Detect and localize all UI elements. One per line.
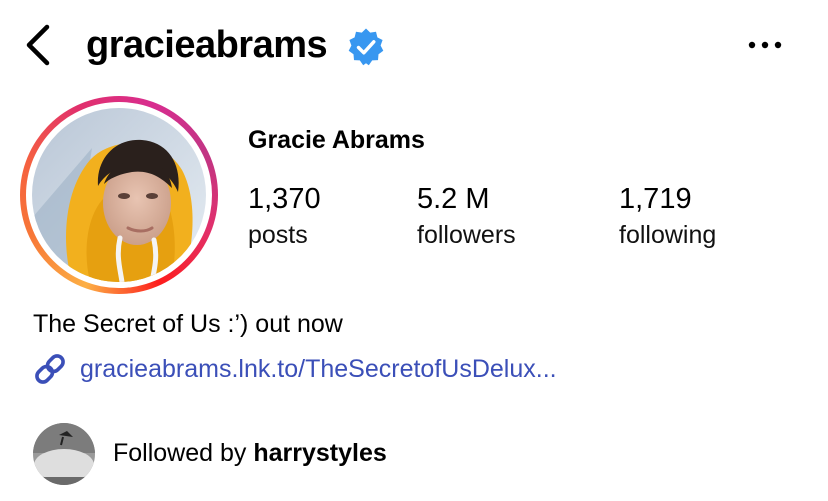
- profile-avatar-story-ring[interactable]: [20, 96, 218, 294]
- mutual-follower-avatar[interactable]: [33, 423, 95, 485]
- followers-label: followers: [417, 221, 516, 249]
- back-button[interactable]: [20, 22, 60, 68]
- followed-by-prefix: Followed by: [113, 439, 254, 467]
- posts-label: posts: [248, 221, 308, 249]
- bio-link-text: gracieabrams.lnk.to/TheSecretofUsDelux..…: [80, 355, 557, 383]
- more-horizontal-icon: [748, 41, 782, 49]
- verified-badge-icon: [348, 28, 384, 66]
- avatar-border: [26, 102, 212, 288]
- posts-count: 1,370: [248, 183, 321, 215]
- profile-bio: The Secret of Us :’) out now: [33, 310, 343, 338]
- profile-avatar: [32, 108, 206, 282]
- profile-display-name: Gracie Abrams: [248, 126, 425, 154]
- verified-badge: [346, 27, 386, 67]
- link-icon: [35, 354, 65, 384]
- following-stat[interactable]: 1,719 following: [619, 180, 716, 252]
- followed-by-username: harrystyles: [253, 439, 387, 467]
- following-label: following: [619, 221, 717, 249]
- followers-stat[interactable]: 5.2 M followers: [417, 180, 516, 252]
- more-options-button[interactable]: [744, 28, 786, 64]
- profile-username: gracieabrams: [86, 24, 328, 66]
- profile-page: gracieabrams Gracie Abrams 1,370 posts 5…: [0, 0, 828, 501]
- chevron-left-icon: [26, 24, 50, 66]
- following-count: 1,719: [619, 183, 692, 215]
- posts-stat[interactable]: 1,370 posts: [248, 180, 321, 252]
- followed-by-text[interactable]: Followed by harrystyles: [113, 437, 387, 469]
- followers-count: 5.2 M: [417, 183, 490, 215]
